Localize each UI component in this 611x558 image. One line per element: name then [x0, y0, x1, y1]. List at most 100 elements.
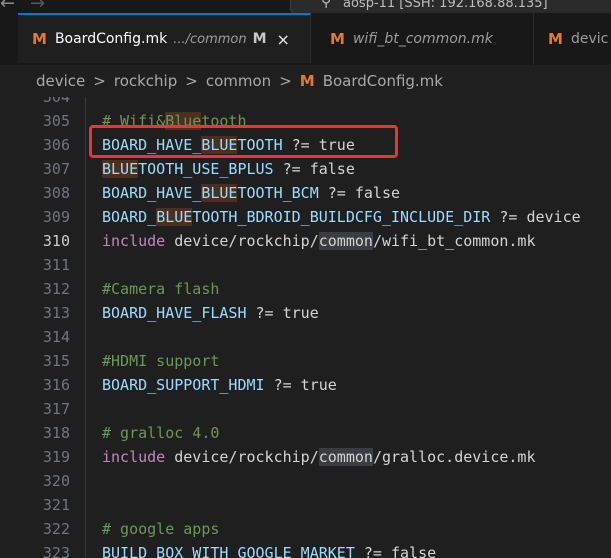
tab-boardconfig[interactable]: M BoardConfig.mk .../common M × [18, 13, 311, 63]
line-number: 317 [42, 400, 70, 418]
code-line[interactable]: 322 # google apps [0, 517, 611, 541]
code-token: BLUE [156, 208, 193, 226]
code-token: ?= false [354, 544, 437, 558]
code-token: BOARD_SUPPORT_HDMI [102, 376, 265, 394]
code-line[interactable]: 304 [0, 97, 611, 109]
code-text: # google apps [102, 517, 219, 541]
makefile-icon: M [330, 30, 345, 48]
line-number: 320 [42, 472, 70, 490]
breadcrumb-item-common[interactable]: common [206, 72, 271, 90]
code-line[interactable]: 309 BOARD_BLUETOOTH_BDROID_BUILDCFG_INCLU… [0, 205, 611, 229]
code-line[interactable]: 308 BOARD_HAVE_BLUETOOTH_BCM ?= false [0, 181, 611, 205]
chevron-right-icon: > [93, 72, 106, 90]
code-token: include [102, 232, 166, 250]
line-number: 313 [42, 304, 70, 322]
line-number: 318 [42, 424, 70, 442]
code-token: common [318, 232, 373, 250]
modified-badge: M [252, 31, 267, 47]
code-token: BUILD_BOX_WITH_GOOGLE_MARKET [102, 544, 355, 558]
line-number: 323 [42, 544, 70, 558]
code-token: device/rockchip/ [165, 232, 319, 250]
command-center-text: aosp-11 [SSH: 192.168.88.135] [343, 0, 548, 11]
code-token: device/rockchip/ [165, 448, 319, 466]
tab-wifi-bt-common[interactable]: M wifi_bt_common.mk [312, 13, 534, 65]
code-token: ?= true [264, 376, 337, 394]
tab-description: .../common [173, 31, 247, 47]
line-number: 307 [42, 160, 70, 178]
code-token: # google apps [102, 520, 220, 538]
line-number: 310 [42, 232, 70, 250]
code-line[interactable]: 307 BLUETOOTH_USE_BPLUS ?= false [0, 157, 611, 181]
code-line[interactable]: 313 BOARD_HAVE_FLASH ?= true [0, 301, 611, 325]
code-token: BLUE [102, 160, 139, 178]
line-number: 309 [42, 208, 70, 226]
code-text: include device/rockchip/common/wifi_bt_c… [102, 229, 536, 253]
code-line[interactable]: 319 include device/rockchip/common/grallo… [0, 445, 611, 469]
makefile-icon: M [299, 72, 315, 90]
code-token: ?= true [246, 304, 319, 322]
code-token: TOOTH_BCM [237, 184, 319, 202]
code-line[interactable]: 311 [0, 253, 611, 277]
editor-tab-bar: M BoardConfig.mk .../common M × M wifi_b… [0, 13, 611, 65]
code-text: BOARD_HAVE_FLASH ?= true [102, 301, 319, 325]
makefile-icon: M [548, 30, 563, 48]
code-token: BOARD_HAVE_ [102, 184, 202, 202]
title-bar: ← → ⚲ aosp-11 [SSH: 192.168.88.135] [0, 0, 611, 13]
code-line[interactable]: 314 [0, 325, 611, 349]
code-text: BOARD_HAVE_BLUETOOTH_BCM ?= false [102, 181, 400, 205]
command-center-search[interactable]: ⚲ aosp-11 [SSH: 192.168.88.135] [290, 0, 611, 13]
line-number: 305 [42, 112, 70, 130]
back-arrow-icon[interactable]: ← [0, 0, 15, 13]
code-token: TOOTH_BDROID_BUILDCFG_INCLUDE_DIR [192, 208, 491, 226]
line-number: 308 [42, 184, 70, 202]
line-number: 314 [42, 328, 70, 346]
code-token: ?= false [318, 184, 401, 202]
breadcrumb-item-rockchip[interactable]: rockchip [114, 72, 177, 90]
code-token: /gralloc.device.mk [372, 448, 536, 466]
code-line[interactable]: 318 # gralloc 4.0 [0, 421, 611, 445]
code-line[interactable]: 312 #Camera flash [0, 277, 611, 301]
code-token: include [102, 448, 166, 466]
code-token: BOARD_ [102, 208, 157, 226]
code-token: common [318, 448, 373, 466]
line-number: 311 [42, 256, 70, 274]
code-line[interactable]: 317 [0, 397, 611, 421]
code-line[interactable]: 315 #HDMI support [0, 349, 611, 373]
makefile-icon: M [32, 30, 47, 48]
code-line[interactable]: 323 BUILD_BOX_WITH_GOOGLE_MARKET ?= false [0, 541, 611, 558]
code-token: ?= false [273, 160, 355, 178]
line-number: 319 [42, 448, 70, 466]
code-text: BOARD_SUPPORT_HDMI ?= true [102, 373, 337, 397]
breadcrumb: device > rockchip > common > M BoardConf… [0, 65, 611, 97]
code-token: BLUE [201, 184, 238, 202]
code-token: #HDMI support [102, 352, 220, 370]
code-line[interactable]: 310 include device/rockchip/common/wifi_b… [0, 229, 611, 253]
code-text: BOARD_BLUETOOTH_BDROID_BUILDCFG_INCLUDE_… [102, 205, 581, 229]
code-text: BLUETOOTH_USE_BPLUS ?= false [102, 157, 355, 181]
code-line[interactable]: 316 BOARD_SUPPORT_HDMI ?= true [0, 373, 611, 397]
chevron-right-icon: > [279, 72, 292, 90]
line-number: 306 [42, 136, 70, 154]
tab-label: devic [570, 31, 609, 47]
tab-label: BoardConfig.mk [54, 31, 168, 47]
breadcrumb-item-device[interactable]: device [36, 72, 85, 90]
close-icon[interactable]: × [277, 30, 290, 49]
code-text: include device/rockchip/common/gralloc.d… [102, 445, 536, 469]
code-token: BOARD_HAVE_FLASH [102, 304, 247, 322]
tab-device[interactable]: M devic [534, 13, 611, 65]
code-line[interactable]: 321 [0, 493, 611, 517]
line-number: 315 [42, 352, 70, 370]
line-number: 304 [42, 97, 70, 106]
line-number: 316 [42, 376, 70, 394]
annotation-highlight-box [89, 125, 398, 158]
tab-label: wifi_bt_common.mk [352, 31, 493, 47]
search-icon: ⚲ [321, 0, 332, 10]
chevron-right-icon: > [185, 72, 198, 90]
code-token: #Camera flash [102, 280, 220, 298]
forward-arrow-icon[interactable]: → [30, 0, 45, 13]
breadcrumb-item-file[interactable]: BoardConfig.mk [323, 72, 443, 90]
code-text: BUILD_BOX_WITH_GOOGLE_MARKET ?= false [102, 541, 436, 558]
code-editor[interactable]: 304 305 # Wifi&Bluetooth 306 BOARD_HAVE_BLUE… [0, 97, 611, 558]
code-text: # gralloc 4.0 [102, 421, 219, 445]
code-line[interactable]: 320 [0, 469, 611, 493]
